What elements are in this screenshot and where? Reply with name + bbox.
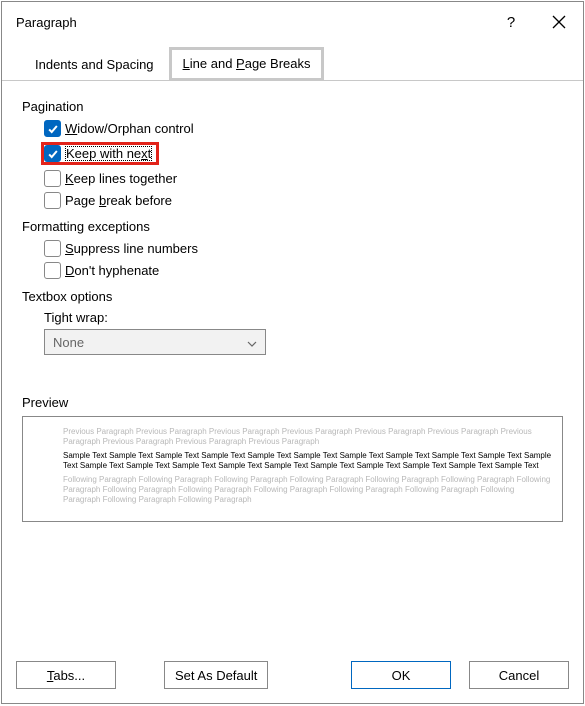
button-label: Tabs... — [47, 668, 85, 683]
checkbox-widow-orphan[interactable] — [44, 120, 61, 137]
checkbox-page-break-before[interactable] — [44, 192, 61, 209]
checkbox-suppress-line-numbers[interactable] — [44, 240, 61, 257]
close-icon — [552, 15, 566, 29]
label-tight-wrap: Tight wrap: — [44, 310, 563, 325]
dropdown-tight-wrap[interactable]: None — [44, 329, 266, 355]
group-textbox-options: Textbox options — [22, 289, 563, 304]
help-button[interactable]: ? — [487, 2, 535, 42]
ok-button[interactable]: OK — [351, 661, 451, 689]
group-pagination: Pagination — [22, 99, 563, 114]
checkbox-keep-lines-together[interactable] — [44, 170, 61, 187]
group-preview: Preview — [22, 395, 563, 410]
tab-strip: Indents and Spacing Line and Page Breaks — [20, 46, 569, 80]
set-as-default-button[interactable]: Set As Default — [164, 661, 268, 689]
label-keep-lines-together: Keep lines together — [65, 171, 177, 186]
cancel-button[interactable]: Cancel — [469, 661, 569, 689]
check-icon — [47, 148, 59, 160]
tab-line-page-breaks[interactable]: Line and Page Breaks — [169, 47, 325, 81]
button-label: Cancel — [499, 668, 539, 683]
preview-box: Previous Paragraph Previous Paragraph Pr… — [22, 416, 563, 522]
tab-indents-spacing[interactable]: Indents and Spacing — [20, 47, 169, 81]
help-icon: ? — [507, 14, 515, 31]
close-button[interactable] — [535, 2, 583, 42]
tabs-button[interactable]: Tabs... — [16, 661, 116, 689]
highlight-keep-with-next: Keep with next — [41, 142, 159, 165]
checkbox-keep-with-next[interactable] — [44, 145, 61, 162]
check-icon — [47, 123, 59, 135]
label-widow-orphan: Widow/Orphan control — [65, 121, 194, 136]
button-label: OK — [392, 668, 411, 683]
preview-following: Following Paragraph Following Paragraph … — [63, 475, 552, 505]
button-label: Set As Default — [175, 668, 257, 683]
label-keep-with-next: Keep with next — [65, 146, 152, 161]
tab-label: Line and Page Breaks — [183, 56, 311, 71]
paragraph-dialog: Paragraph ? Indents and Spacing Line and… — [1, 1, 584, 704]
titlebar: Paragraph ? — [2, 2, 583, 42]
dialog-title: Paragraph — [16, 15, 77, 30]
label-page-break-before: Page break before — [65, 193, 172, 208]
label-suppress-line-numbers: Suppress line numbers — [65, 241, 198, 256]
checkbox-dont-hyphenate[interactable] — [44, 262, 61, 279]
button-row: Tabs... Set As Default OK Cancel — [2, 651, 583, 703]
label-dont-hyphenate: Don't hyphenate — [65, 263, 159, 278]
dropdown-value: None — [53, 335, 243, 350]
group-formatting-exceptions: Formatting exceptions — [22, 219, 563, 234]
preview-previous: Previous Paragraph Previous Paragraph Pr… — [63, 427, 552, 447]
preview-sample: Sample Text Sample Text Sample Text Samp… — [63, 451, 552, 471]
chevron-down-icon — [243, 335, 261, 350]
tab-label: Indents and Spacing — [35, 57, 154, 72]
